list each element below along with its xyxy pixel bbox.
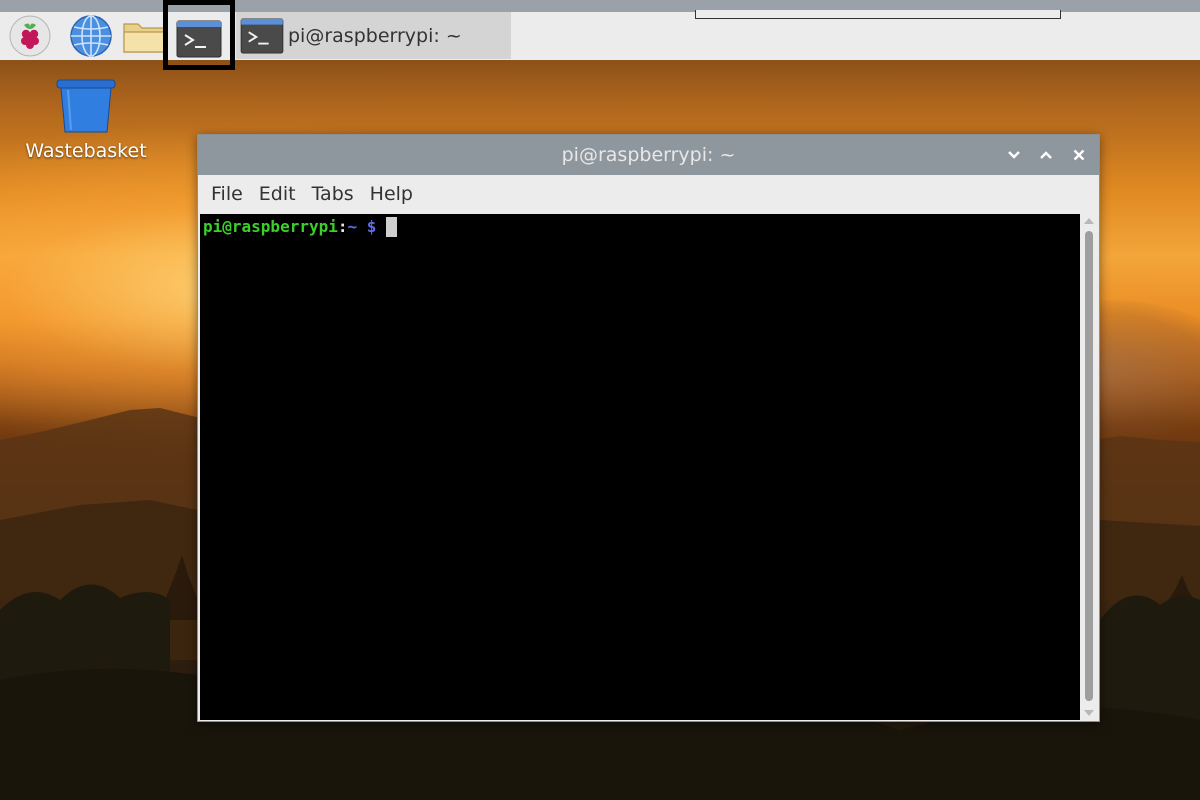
close-icon [1073, 149, 1085, 161]
terminal-screen[interactable]: pi@raspberrypi:~ $ [200, 214, 1080, 720]
close-button[interactable] [1067, 143, 1091, 167]
terminal-icon [240, 17, 284, 54]
top-panel: pi@raspberrypi: ~ [0, 0, 1200, 70]
window-titlebar[interactable]: pi@raspberrypi: ~ [198, 135, 1099, 175]
terminal-launcher-button[interactable] [163, 0, 235, 70]
text-cursor [386, 217, 398, 237]
taskbar-window-button[interactable]: pi@raspberrypi: ~ [236, 12, 511, 59]
scroll-up-icon[interactable] [1084, 218, 1094, 224]
window-title: pi@raspberrypi: ~ [561, 144, 736, 166]
prompt-separator: : [337, 217, 348, 236]
terminal-window: pi@raspberrypi: ~ File Edit Tabs Help pi… [197, 134, 1100, 722]
panel-outline-box [695, 10, 1061, 19]
menu-tabs[interactable]: Tabs [306, 175, 364, 213]
prompt-user: pi@raspberrypi [203, 217, 338, 236]
scroll-down-icon[interactable] [1084, 710, 1094, 716]
menu-help[interactable]: Help [364, 175, 423, 213]
raspberry-menu-button[interactable] [7, 14, 53, 58]
maximize-icon [1040, 151, 1052, 159]
menu-edit[interactable]: Edit [253, 175, 306, 213]
web-browser-button[interactable] [68, 14, 114, 58]
scrollbar-thumb[interactable] [1085, 231, 1093, 701]
file-manager-button[interactable] [121, 14, 167, 58]
window-menubar: File Edit Tabs Help [198, 175, 1099, 213]
taskbar-window-title: pi@raspberrypi: ~ [288, 24, 462, 47]
terminal-task-icon [240, 17, 284, 54]
minimize-icon [1008, 151, 1020, 159]
desktop-icon-wastebasket[interactable]: Wastebasket [18, 78, 154, 162]
terminal-scrollbar[interactable] [1081, 214, 1097, 720]
shell-prompt: pi@raspberrypi:~ $ [203, 217, 398, 237]
minimize-button[interactable] [1002, 143, 1026, 167]
desktop-icon-label: Wastebasket [25, 140, 147, 162]
maximize-button[interactable] [1034, 143, 1058, 167]
prompt-path: ~ [347, 217, 358, 236]
wastebasket-icon [56, 79, 116, 133]
web-browser-icon [70, 15, 112, 57]
file-manager-icon [123, 23, 165, 53]
raspberry-menu-icon [9, 15, 51, 57]
prompt-symbol: $ [366, 217, 377, 236]
terminal-icon [176, 20, 222, 58]
menu-file[interactable]: File [198, 175, 253, 213]
